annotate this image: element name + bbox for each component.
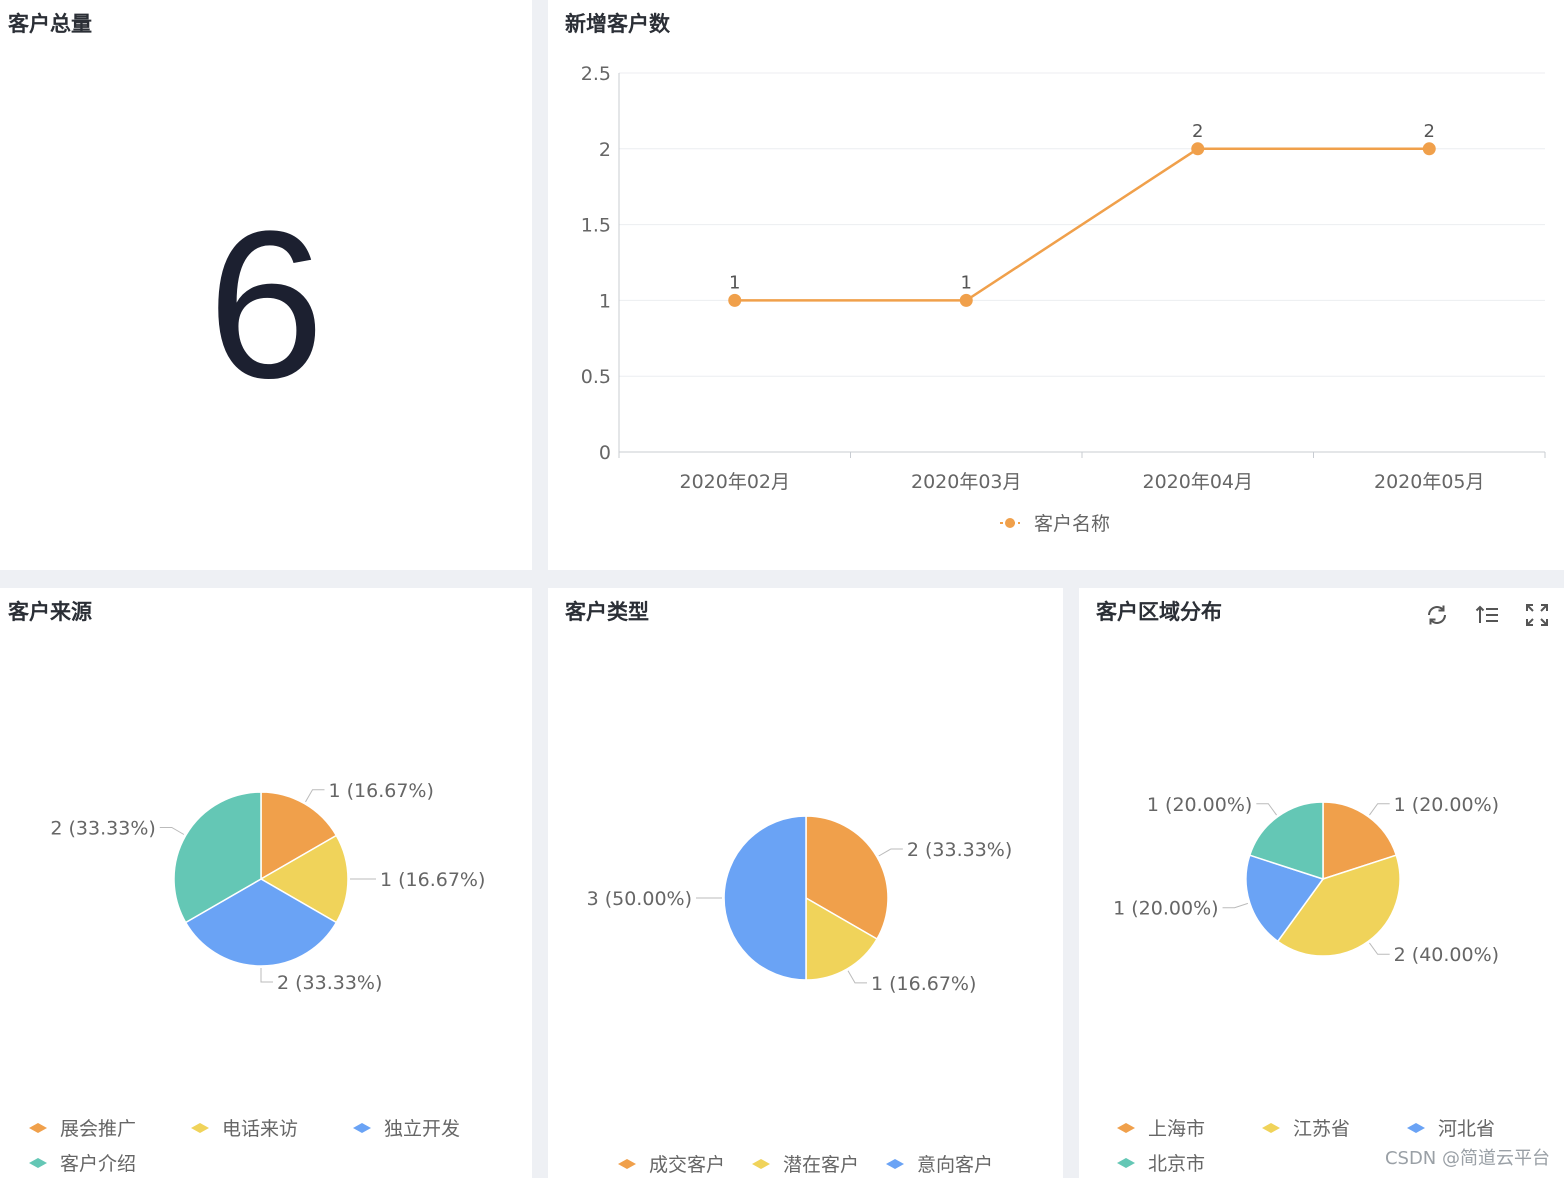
data-point: [1191, 142, 1205, 156]
kpi-card: 客户总量 6: [0, 0, 532, 570]
label-leader-line: [1222, 902, 1249, 909]
legend-marker: [1262, 1123, 1280, 1133]
type-pie-chart: 2 (33.33%) 1 (16.67%) 3 (50.00%) 成交客户 潜在客户 意向…: [587, 815, 1012, 1176]
data-point: [728, 293, 742, 307]
region-pie-card: 客户区域分布 1 (20.00%) 2 (40.00%) 1 (20.00%) 1 (…: [1079, 588, 1564, 1178]
region-pie-chart: 1 (20.00%) 2 (40.00%) 1 (20.00%) 1 (20.00%)…: [1113, 794, 1499, 1175]
label-leader-line: [1256, 803, 1277, 816]
y-tick-label: 0.5: [581, 366, 611, 388]
legend-marker: [1005, 518, 1015, 528]
legend-label: 客户名称: [1034, 513, 1110, 535]
slice-label: 1 (20.00%): [1147, 794, 1252, 816]
slice-label: 3 (50.00%): [587, 888, 692, 910]
legend-label: 展会推广: [60, 1118, 136, 1140]
legend-marker: [1407, 1123, 1425, 1133]
legend-marker: [353, 1123, 371, 1133]
legend-marker: [752, 1159, 770, 1169]
kpi-card-title: 客户总量: [8, 12, 92, 36]
label-leader-line: [1369, 942, 1390, 955]
slice-label: 2 (33.33%): [277, 972, 382, 994]
source-pie-chart: 1 (16.67%) 1 (16.67%) 2 (33.33%) 2 (33.33%)…: [29, 780, 485, 1175]
type-pie-card: 客户类型 2 (33.33%) 1 (16.67%) 3 (50.00%) 成交客户潜…: [548, 588, 1063, 1178]
x-tick-label: 2020年05月: [1374, 471, 1485, 493]
legend-label: 潜在客户: [783, 1154, 859, 1176]
data-label: 1: [961, 272, 972, 293]
legend-marker: [618, 1159, 636, 1169]
slice-label: 1 (20.00%): [1113, 898, 1218, 920]
slice-label: 1 (20.00%): [1394, 794, 1499, 816]
legend-label: 客户介绍: [60, 1153, 136, 1175]
pie-slice: [723, 815, 807, 981]
slice-label: 1 (16.67%): [871, 973, 976, 995]
legend-marker: [1117, 1158, 1135, 1168]
label-leader-line: [1369, 803, 1390, 816]
legend-label: 北京市: [1148, 1153, 1205, 1175]
kpi-value: 6: [207, 187, 325, 422]
data-point: [1422, 142, 1436, 156]
legend-marker: [191, 1123, 209, 1133]
legend-marker: [1117, 1123, 1135, 1133]
y-tick-label: 2: [599, 139, 611, 161]
x-tick-label: 2020年04月: [1142, 471, 1253, 493]
x-tick-label: 2020年03月: [911, 471, 1022, 493]
legend-label: 电话来访: [222, 1118, 298, 1140]
slice-label: 2 (40.00%): [1394, 944, 1499, 966]
slice-label: 2 (33.33%): [50, 818, 155, 840]
data-point: [959, 293, 973, 307]
legend-label: 成交客户: [649, 1154, 725, 1176]
label-leader-line: [847, 970, 867, 984]
x-tick-label: 2020年02月: [679, 471, 790, 493]
data-label: 2: [1424, 121, 1435, 142]
data-label: 1: [729, 272, 740, 293]
slice-label: 1 (16.67%): [329, 780, 434, 802]
slice-label: 2 (33.33%): [907, 839, 1012, 861]
legend-marker: [29, 1123, 47, 1133]
legend-label: 意向客户: [917, 1154, 993, 1176]
legend-label: 上海市: [1148, 1118, 1205, 1140]
label-leader-line: [159, 827, 185, 835]
data-label: 2: [1192, 121, 1203, 142]
label-leader-line: [878, 848, 903, 857]
y-tick-label: 0: [599, 442, 611, 464]
watermark: CSDN @简道云平台: [1384, 1148, 1550, 1169]
label-leader-line: [305, 789, 325, 803]
legend-label: 独立开发: [384, 1118, 460, 1140]
legend-label: 江苏省: [1293, 1118, 1350, 1140]
y-tick-label: 1: [599, 290, 611, 312]
y-tick-label: 1.5: [581, 215, 611, 237]
legend-marker: [886, 1159, 904, 1169]
slice-label: 1 (16.67%): [380, 869, 485, 891]
line-chart: 0 0.5 1 1.5 2 2.5 2020年02月 2020年03月 2020年04月 2020…: [581, 63, 1546, 535]
y-tick-label: 2.5: [581, 63, 611, 85]
source-pie-card: 客户来源 1 (16.67%) 1 (16.67%) 2 (33.33%) 2 (33…: [0, 588, 532, 1178]
legend-label: 河北省: [1438, 1118, 1495, 1140]
line-chart-card: 新增客户数 0 0.5 1 1.5 2 2.5 2020年02月 2020年03月 2020年0…: [548, 0, 1564, 570]
legend-marker: [29, 1158, 47, 1168]
label-leader-line: [260, 968, 273, 983]
